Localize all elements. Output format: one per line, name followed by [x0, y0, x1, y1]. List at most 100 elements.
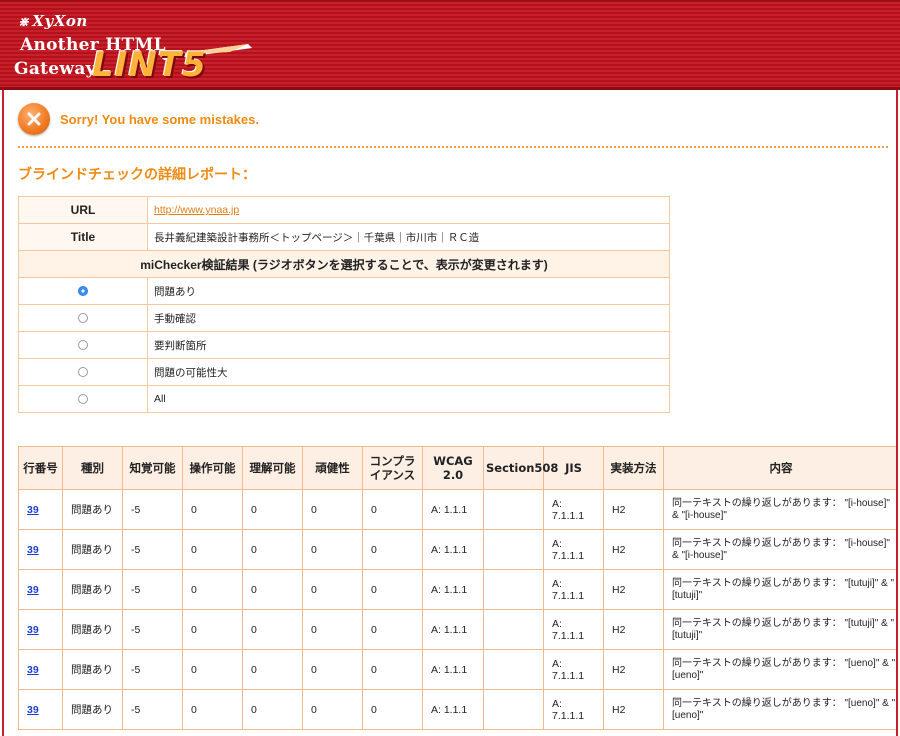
perceivable-cell: -5	[122, 609, 183, 650]
perceivable-cell: -5	[122, 689, 183, 730]
line-cell: 39	[18, 529, 63, 570]
understandable-cell: 0	[242, 489, 303, 530]
type-cell: 問題あり	[62, 689, 123, 730]
perceivable-cell: -5	[122, 649, 183, 690]
robust-cell: 0	[302, 529, 363, 570]
content-cell: 同一テキストの繰り返しがあります： "[i-house]" & "[i-hous…	[663, 489, 896, 530]
robust-cell: 0	[302, 489, 363, 530]
method-cell: H2	[603, 569, 664, 610]
content-cell: 同一テキストの繰り返しがあります： "[tutuji]" & "[tutuji]…	[663, 569, 896, 610]
compliance-cell: 0	[362, 569, 423, 610]
radio-all[interactable]	[78, 394, 88, 405]
brand-logo: ⋇ XyXon	[18, 12, 88, 30]
col-header: 理解可能	[242, 446, 303, 490]
alert-message: Sorry! You have some mistakes.	[60, 111, 259, 127]
radio-cell	[18, 304, 148, 332]
understandable-cell: 0	[242, 609, 303, 650]
radio-cell	[18, 385, 148, 413]
col-header: 行番号	[18, 446, 63, 490]
content-frame: Sorry! You have some mistakes. ブラインドチェック…	[2, 90, 898, 736]
compliance-cell: 0	[362, 529, 423, 570]
robust-cell: 0	[302, 569, 363, 610]
method-cell: H2	[603, 689, 664, 730]
section508-cell	[483, 569, 544, 610]
compliance-cell: 0	[362, 689, 423, 730]
header-banner: ⋇ XyXon Another HTML Gateway LINT5	[0, 0, 900, 90]
understandable-cell: 0	[242, 689, 303, 730]
results-table: 行番号 種別 知覚可能 操作可能 理解可能 頑健性 コンプライアンス WCAG …	[18, 446, 896, 730]
content-cell: 同一テキストの繰り返しがあります： "[i-house]" & "[i-hous…	[663, 529, 896, 570]
jis-cell: A: 7.1.1.1	[543, 489, 604, 530]
line-link[interactable]: 39	[27, 504, 39, 516]
method-cell: H2	[603, 609, 664, 650]
section508-cell	[483, 529, 544, 570]
table-row: 39 問題あり -5 0 0 0 0 A: 1.1.1 A: 7.1.1.1 H…	[18, 489, 896, 530]
radio-label[interactable]: 問題あり	[147, 277, 670, 305]
info-row-michecker: miChecker検証結果 (ラジオボタンを選択することで、表示が変更されます)	[18, 250, 670, 278]
radio-row[interactable]: 問題あり	[18, 277, 670, 305]
content-cell: 同一テキストの繰り返しがあります： "[ueno]" & "[ueno]"	[663, 649, 896, 690]
type-cell: 問題あり	[62, 529, 123, 570]
wcag-cell: A: 1.1.1	[422, 609, 484, 650]
brand-name: XyXon	[32, 12, 88, 30]
xyxon-mark-icon: ⋇	[18, 15, 30, 30]
radio-you-handan[interactable]	[78, 340, 88, 351]
table-row: 39 問題あり -5 0 0 0 0 A: 1.1.1 A: 7.1.1.1 H…	[18, 529, 896, 570]
line-link[interactable]: 39	[27, 584, 39, 596]
type-cell: 問題あり	[62, 489, 123, 530]
title-label: Title	[18, 223, 148, 251]
radio-row[interactable]: 要判断箇所	[18, 331, 670, 359]
perceivable-cell: -5	[122, 569, 183, 610]
operable-cell: 0	[182, 529, 243, 570]
info-row-title: Title 長井義紀建築設計事務所＜トップページ＞｜千葉県｜市川市｜ＲＣ造	[18, 223, 670, 251]
perceivable-cell: -5	[122, 529, 183, 570]
line-link[interactable]: 39	[27, 664, 39, 676]
method-cell: H2	[603, 529, 664, 570]
operable-cell: 0	[182, 569, 243, 610]
radio-label[interactable]: 問題の可能性大	[147, 358, 670, 386]
radio-row[interactable]: 問題の可能性大	[18, 358, 670, 386]
logo-line2: Gateway	[14, 59, 96, 79]
col-header: 実装方法	[603, 446, 664, 490]
col-header: 種別	[62, 446, 123, 490]
section508-cell	[483, 489, 544, 530]
url-link[interactable]: http://www.ynaa.jp	[154, 204, 239, 216]
info-row-url: URL http://www.ynaa.jp	[18, 196, 670, 224]
line-cell: 39	[18, 489, 63, 530]
jis-cell: A: 7.1.1.1	[543, 569, 604, 610]
error-alert: Sorry! You have some mistakes.	[18, 102, 259, 136]
radio-label[interactable]: 手動確認	[147, 304, 670, 332]
type-cell: 問題あり	[62, 649, 123, 690]
radio-mondai-ari[interactable]	[78, 286, 88, 297]
col-header: Section508	[483, 446, 558, 490]
radio-kanousei-dai[interactable]	[78, 367, 88, 378]
content-cell: 同一テキストの繰り返しがあります： "[tutuji]" & "[tutuji]…	[663, 609, 896, 650]
line-link[interactable]: 39	[27, 544, 39, 556]
understandable-cell: 0	[242, 529, 303, 570]
radio-row[interactable]: All	[18, 385, 670, 413]
dotted-divider	[18, 146, 888, 148]
radio-shudo-kakunin[interactable]	[78, 313, 88, 324]
line-link[interactable]: 39	[27, 704, 39, 716]
url-value-cell: http://www.ynaa.jp	[147, 196, 670, 224]
section508-cell	[483, 609, 544, 650]
line-cell: 39	[18, 649, 63, 690]
error-x-icon	[18, 103, 50, 135]
results-header-row: 行番号 種別 知覚可能 操作可能 理解可能 頑健性 コンプライアンス WCAG …	[18, 446, 896, 490]
wcag-cell: A: 1.1.1	[422, 649, 484, 690]
radio-label[interactable]: 要判断箇所	[147, 331, 670, 359]
radio-cell	[18, 358, 148, 386]
radio-row[interactable]: 手動確認	[18, 304, 670, 332]
col-header: コンプライアンス	[362, 446, 423, 490]
compliance-cell: 0	[362, 649, 423, 690]
line-link[interactable]: 39	[27, 624, 39, 636]
perceivable-cell: -5	[122, 489, 183, 530]
radio-label[interactable]: All	[147, 385, 670, 413]
operable-cell: 0	[182, 689, 243, 730]
col-header: WCAG 2.0	[422, 446, 484, 490]
operable-cell: 0	[182, 489, 243, 530]
method-cell: H2	[603, 649, 664, 690]
compliance-cell: 0	[362, 489, 423, 530]
wcag-cell: A: 1.1.1	[422, 569, 484, 610]
table-row: 39 問題あり -5 0 0 0 0 A: 1.1.1 A: 7.1.1.1 H…	[18, 569, 896, 610]
